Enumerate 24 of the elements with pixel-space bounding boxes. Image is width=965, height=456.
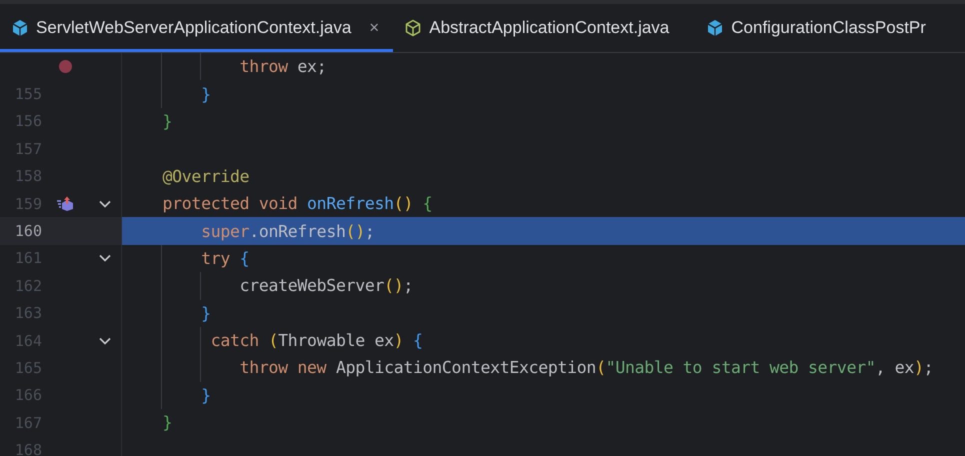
code-line: throw new ApplicationContextException("Unable to start web server", ex);	[238, 358, 934, 378]
line-number: 160	[14, 222, 42, 240]
code-line: catch (Throwable ex) {	[210, 331, 423, 350]
code-line: try {	[200, 248, 250, 268]
cube-icon	[12, 19, 28, 37]
code-line: }	[162, 413, 172, 432]
code-line: }	[200, 386, 211, 405]
override-icon[interactable]	[56, 196, 74, 212]
chevron-down-icon[interactable]	[98, 254, 110, 262]
editor-tab[interactable]: ConfigurationClassPostPr	[695, 4, 952, 52]
code-line: }	[200, 84, 211, 104]
chevron-down-icon[interactable]	[98, 336, 110, 345]
close-icon[interactable]: ×	[369, 18, 380, 38]
chevron-down-icon[interactable]	[98, 200, 110, 208]
code-line: createWebServer();	[238, 276, 414, 296]
code-line: @Override	[162, 166, 250, 186]
code-line: throw ex;	[238, 57, 326, 76]
code-line: super.onRefresh();	[200, 222, 375, 241]
code-line: }	[162, 112, 172, 131]
cube-icon	[707, 19, 724, 37]
cube-outline-icon	[405, 19, 422, 37]
editor-tab[interactable]: AbstractApplicationContext.java	[393, 4, 696, 52]
code-line: }	[200, 304, 211, 323]
code-line: protected void onRefresh() {	[162, 194, 432, 214]
